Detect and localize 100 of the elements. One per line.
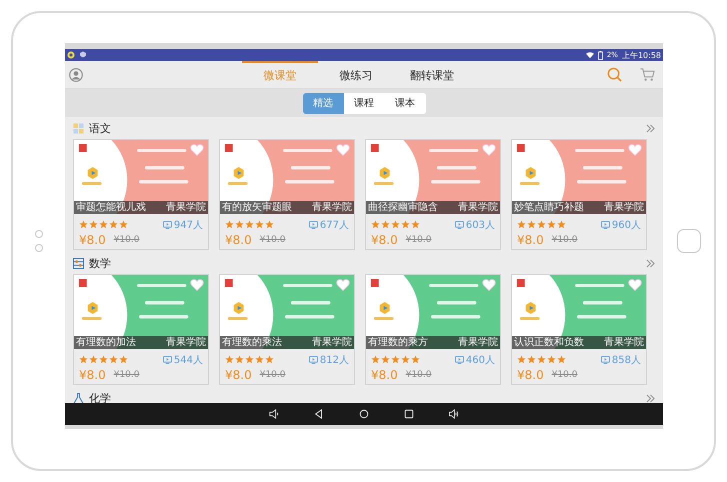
price: ¥8.0 bbox=[79, 232, 106, 246]
course-card[interactable]: 有理数的乘方 青果学院 460人 ¥8.0 ¥10.0 bbox=[365, 274, 501, 385]
star-icon bbox=[401, 355, 410, 364]
video-icon bbox=[308, 356, 318, 364]
back-icon[interactable] bbox=[314, 409, 324, 419]
course-card[interactable]: 有的放矢审题眼 青果学院 677人 ¥8.0 ¥10.0 bbox=[219, 139, 355, 250]
nav-tab[interactable]: 翻转课堂 bbox=[394, 61, 470, 88]
heart-icon[interactable] bbox=[482, 144, 496, 156]
course-card[interactable]: 妙笔点睛巧补题 青果学院 960人 ¥8.0 ¥10.0 bbox=[511, 139, 647, 250]
publisher: 青果学院 bbox=[312, 336, 352, 348]
star-icon bbox=[255, 220, 264, 229]
original-price: ¥10.0 bbox=[406, 370, 432, 380]
more-icon[interactable] bbox=[646, 258, 655, 268]
course-title: 审题怎能视儿戏 bbox=[76, 202, 146, 214]
heart-icon[interactable] bbox=[190, 144, 204, 156]
sensor-dot bbox=[35, 230, 43, 238]
price: ¥8.0 bbox=[225, 232, 252, 246]
star-icon bbox=[225, 355, 234, 364]
star-icon bbox=[537, 355, 546, 364]
price: ¥8.0 bbox=[225, 368, 252, 382]
star-icon bbox=[225, 220, 234, 229]
original-price: ¥10.0 bbox=[260, 234, 286, 244]
star-icon bbox=[557, 220, 566, 229]
publisher: 青果学院 bbox=[312, 202, 352, 214]
learner-count: 677人 bbox=[320, 218, 349, 232]
section-title: 数学 bbox=[89, 256, 112, 270]
subject-icon bbox=[73, 122, 84, 134]
original-price: ¥10.0 bbox=[114, 234, 140, 244]
star-icon bbox=[79, 220, 88, 229]
star-icon bbox=[235, 355, 244, 364]
original-price: ¥10.0 bbox=[114, 370, 140, 380]
more-icon[interactable] bbox=[646, 124, 655, 132]
star-icon bbox=[401, 220, 410, 229]
video-icon bbox=[454, 356, 464, 364]
recent-apps-icon[interactable] bbox=[404, 409, 414, 419]
star-icon bbox=[245, 355, 254, 364]
course-title: 有的放矢审题眼 bbox=[222, 202, 292, 214]
course-card[interactable]: 曲径探幽审隐含 青果学院 603人 ¥8.0 ¥10.0 bbox=[365, 139, 501, 250]
star-icon bbox=[99, 355, 108, 364]
volume-down-icon[interactable] bbox=[269, 409, 279, 419]
star-icon bbox=[371, 220, 380, 229]
star-icon bbox=[517, 355, 526, 364]
cart-icon[interactable] bbox=[640, 67, 655, 82]
original-price: ¥10.0 bbox=[552, 370, 578, 380]
star-icon bbox=[109, 355, 118, 364]
original-price: ¥10.0 bbox=[260, 370, 286, 380]
publisher: 青果学院 bbox=[604, 202, 644, 214]
volume-up-icon[interactable] bbox=[449, 409, 459, 419]
learner-count: 858人 bbox=[612, 354, 641, 366]
heart-icon[interactable] bbox=[628, 279, 642, 291]
video-icon bbox=[600, 356, 610, 364]
star-icon bbox=[119, 355, 128, 364]
star-icon bbox=[547, 355, 556, 364]
course-title: 曲径探幽审隐含 bbox=[368, 202, 438, 214]
star-icon bbox=[265, 355, 274, 364]
learner-count: 460人 bbox=[466, 354, 495, 366]
star-icon bbox=[89, 355, 98, 364]
price: ¥8.0 bbox=[371, 232, 398, 246]
section-title: 语文 bbox=[89, 120, 112, 136]
video-icon bbox=[454, 220, 464, 228]
wifi-icon bbox=[586, 51, 594, 59]
star-icon bbox=[235, 220, 244, 229]
heart-icon[interactable] bbox=[628, 144, 642, 156]
course-card[interactable]: 认识正数和负数 青果学院 858人 ¥8.0 ¥10.0 bbox=[511, 274, 647, 385]
nav-tab[interactable]: 微练习 bbox=[318, 61, 394, 88]
star-icon bbox=[527, 220, 536, 229]
price: ¥8.0 bbox=[517, 368, 544, 382]
price: ¥8.0 bbox=[79, 368, 106, 382]
star-icon bbox=[537, 220, 546, 229]
heart-icon[interactable] bbox=[482, 279, 496, 291]
publisher: 青果学院 bbox=[458, 202, 498, 214]
home-icon[interactable] bbox=[359, 409, 369, 419]
sensor-dot bbox=[35, 244, 43, 252]
battery-icon bbox=[598, 50, 603, 60]
star-icon bbox=[527, 355, 536, 364]
clock: 上午10:58 bbox=[622, 50, 661, 60]
learner-count: 603人 bbox=[466, 218, 495, 232]
heart-icon[interactable] bbox=[336, 144, 350, 156]
price: ¥8.0 bbox=[371, 368, 398, 382]
video-icon bbox=[308, 220, 318, 228]
learner-count: 812人 bbox=[320, 354, 349, 366]
heart-icon[interactable] bbox=[190, 279, 204, 291]
heart-icon[interactable] bbox=[336, 279, 350, 291]
course-title: 有理数的加法 bbox=[76, 336, 136, 348]
abacus-icon bbox=[73, 258, 84, 268]
course-card[interactable]: 审题怎能视儿戏 青果学院 947人 ¥8.0 ¥10.0 bbox=[73, 139, 209, 250]
star-icon bbox=[411, 220, 420, 229]
course-title: 有理数的乘法 bbox=[222, 336, 282, 348]
star-icon bbox=[381, 355, 390, 364]
course-title: 有理数的乘方 bbox=[368, 336, 428, 348]
avatar-icon[interactable] bbox=[69, 68, 83, 82]
more-icon[interactable] bbox=[646, 394, 655, 402]
star-icon bbox=[381, 220, 390, 229]
search-icon[interactable] bbox=[607, 67, 622, 82]
home-button[interactable] bbox=[676, 229, 700, 253]
star-icon bbox=[517, 220, 526, 229]
video-icon bbox=[162, 356, 172, 364]
original-price: ¥10.0 bbox=[552, 234, 578, 244]
course-card[interactable]: 有理数的加法 青果学院 544人 ¥8.0 ¥10.0 bbox=[73, 274, 209, 385]
course-card[interactable]: 有理数的乘法 青果学院 812人 ¥8.0 ¥10.0 bbox=[219, 274, 355, 385]
